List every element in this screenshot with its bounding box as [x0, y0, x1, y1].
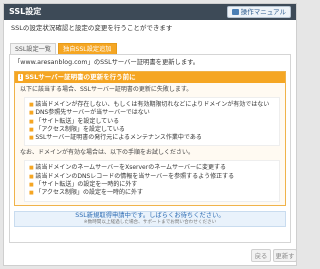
footer-actions: 戻る 更新する: [7, 249, 296, 265]
page-title: SSL設定: [9, 7, 42, 16]
warning-header: ! SSLサーバー証明書の更新を行う前に: [15, 72, 285, 83]
warning-body: 以下に該当する場合、SSLサーバー証明書の更新に失敗します。 該当ドメインが存在…: [15, 83, 285, 208]
list-item: DNS参照先サーバーが当サーバーではない: [29, 109, 275, 117]
content-panel: 「www.aresanblog.com」のSSLサーバー証明書を更新します。 !…: [9, 54, 291, 243]
domain-notice: 「www.aresanblog.com」のSSLサーバー証明書を更新します。: [14, 59, 200, 66]
back-button[interactable]: 戻る: [251, 249, 271, 262]
list-item: 「サイト転送」を設定している: [29, 118, 275, 126]
book-icon: [231, 9, 239, 15]
list-item: SSLサーバー証明書の発行元によるメンテナンス作業中である: [29, 134, 275, 142]
titlebar: SSL設定 操作マニュアル: [4, 4, 296, 20]
page-description: SSLの設定状況確認と設定の変更を行うことができます: [11, 24, 173, 32]
list-item: 「アクセス制限」の設定を一時的に外す: [29, 189, 275, 197]
manual-label: 操作マニュアル: [240, 8, 286, 16]
tab-bar: SSL設定一覧 独自SSL設定追加: [10, 43, 117, 54]
list-item: 該当ドメインのDNSレコードの情報を当サーバーを参照するよう修正する: [29, 173, 275, 181]
list-item: 該当ドメインのネームサーバーをXserverのネームサーバーに変更する: [29, 164, 275, 172]
update-button[interactable]: 更新する: [273, 249, 296, 262]
list-item: 「アクセス制限」を設定している: [29, 126, 275, 134]
manual-button[interactable]: 操作マニュアル: [226, 6, 291, 18]
apply-status-text: SSL新規取得申請中です。しばらくお待ちください。: [75, 212, 225, 219]
steps-list: 該当ドメインのネームサーバーをXserverのネームサーバーに変更する 該当ドメ…: [24, 160, 280, 202]
apply-status-box: SSL新規取得申請中です。しばらくお待ちください。 ※数時間以上経過した場合、サ…: [14, 211, 286, 227]
warning-title: SSLサーバー証明書の更新を行う前に: [25, 73, 136, 81]
apply-status-note: ※数時間以上経過した場合、サポートまでお問い合わせください: [83, 220, 217, 225]
warning-icon: !: [18, 74, 23, 81]
failure-conditions-list: 該当ドメインが存在しない、もしくは有効期限切れなどによりドメインが有効ではない …: [24, 97, 280, 147]
warning-intro: 以下に該当する場合、SSLサーバー証明書の更新に失敗します。: [20, 86, 193, 93]
warning-box: ! SSLサーバー証明書の更新を行う前に 以下に該当する場合、SSLサーバー証明…: [14, 71, 286, 206]
tab-add-ssl[interactable]: 独自SSL設定追加: [58, 43, 117, 54]
tab-ssl-list[interactable]: SSL設定一覧: [10, 43, 57, 54]
warning-middle: なお、ドメインが有効な場合は、以下の手順をお試しください。: [20, 149, 195, 157]
ssl-settings-window: SSL設定 操作マニュアル SSLの設定状況確認と設定の変更を行うことができます…: [3, 3, 297, 266]
